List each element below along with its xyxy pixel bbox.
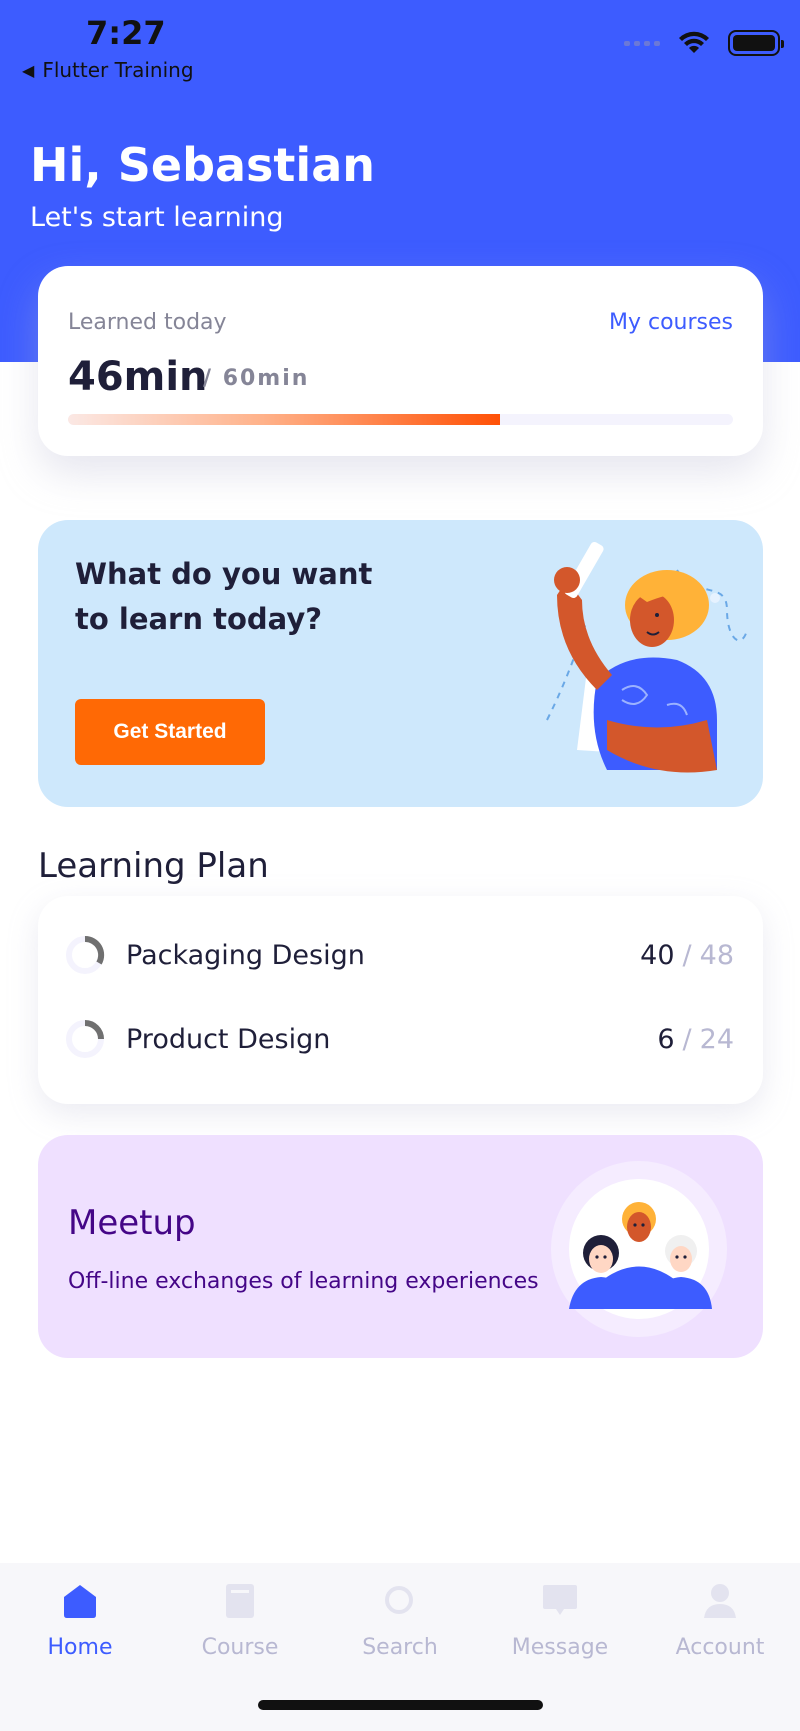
learned-minutes: 46min (68, 354, 208, 400)
plan-item-name: Product Design (126, 1023, 331, 1055)
meetup-card[interactable]: Meetup Off-line exchanges of learning ex… (38, 1135, 763, 1358)
back-caret-icon: ◀ (22, 60, 35, 80)
progress-ring-icon (66, 1020, 104, 1058)
greeting-subtitle: Let's start learning (30, 202, 284, 233)
home-icon (61, 1581, 99, 1621)
plan-item-total: 24 (699, 1023, 734, 1055)
meetup-group-illustration (551, 1161, 727, 1337)
learning-plan-card: Packaging Design 40 / 48 Product Design … (38, 896, 763, 1104)
home-indicator (258, 1700, 543, 1710)
learning-plan-title: Learning Plan (38, 846, 269, 886)
tab-home-label: Home (47, 1635, 113, 1660)
greeting-title: Hi, Sebastian (30, 138, 375, 192)
search-icon (383, 1581, 417, 1621)
learn-today-banner: What do you want to learn today? Get Sta… (38, 520, 763, 807)
progress-ring-icon (66, 935, 105, 974)
message-icon (540, 1581, 580, 1621)
student-illustration (546, 541, 748, 773)
back-to-app-link[interactable]: ◀ Flutter Training (22, 58, 194, 82)
learning-progress-bar (68, 414, 733, 425)
learned-today-card: Learned today My courses 46min / 60min (38, 266, 763, 456)
status-time: 7:27 (86, 14, 166, 52)
status-indicators (624, 30, 784, 56)
plan-item-done: 40 (640, 939, 675, 971)
plan-item-separator: / (682, 939, 692, 971)
tab-account[interactable]: Account (640, 1563, 800, 1683)
meetup-title: Meetup (68, 1203, 196, 1243)
wifi-icon (678, 31, 710, 55)
battery-icon (728, 30, 784, 56)
tab-home[interactable]: Home (0, 1563, 160, 1683)
plan-item-separator: / (682, 1023, 692, 1055)
tab-account-label: Account (675, 1635, 765, 1660)
plan-item-name: Packaging Design (126, 939, 365, 971)
cellular-signal-icon (624, 40, 660, 46)
back-to-app-label: Flutter Training (42, 58, 194, 82)
my-courses-link[interactable]: My courses (609, 310, 733, 335)
tab-search[interactable]: Search (320, 1563, 480, 1683)
get-started-button[interactable]: Get Started (75, 699, 265, 765)
plan-item-done: 6 (657, 1023, 675, 1055)
learning-progress-fill (68, 414, 501, 425)
goal-minutes: / 60min (203, 366, 310, 391)
tab-course-label: Course (201, 1635, 279, 1660)
tab-course[interactable]: Course (160, 1563, 320, 1683)
plan-item-product-design[interactable]: Product Design 6 / 24 (64, 1014, 734, 1064)
tab-message-label: Message (511, 1635, 609, 1660)
account-icon (702, 1581, 738, 1621)
meetup-description: Off-line exchanges of learning experienc… (68, 1269, 539, 1294)
learned-today-label: Learned today (68, 310, 227, 335)
plan-item-total: 48 (699, 939, 734, 971)
banner-title: What do you want to learn today? (75, 557, 373, 636)
plan-item-packaging-design[interactable]: Packaging Design 40 / 48 (64, 930, 734, 980)
book-icon (224, 1581, 256, 1621)
tab-search-label: Search (362, 1635, 438, 1660)
tab-message[interactable]: Message (480, 1563, 640, 1683)
